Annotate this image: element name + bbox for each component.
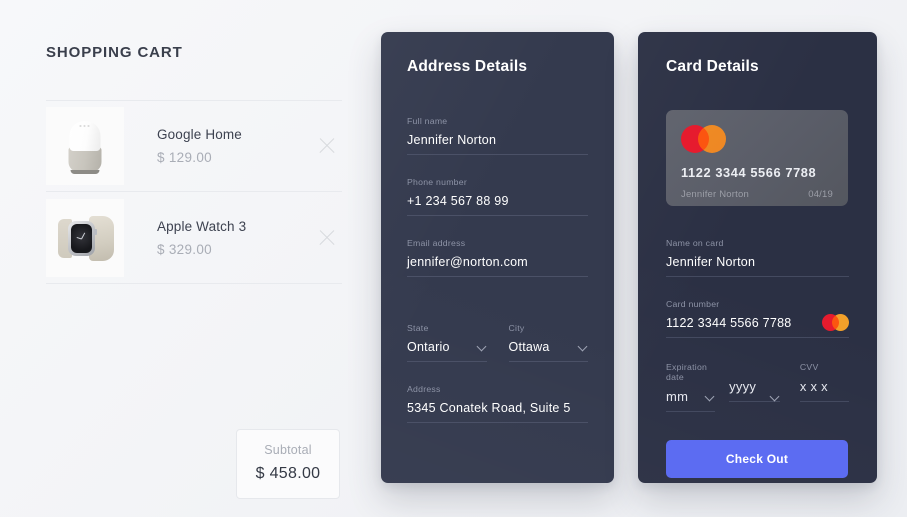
expiration-year-label	[729, 362, 780, 372]
phone-number-field[interactable]: Phone number +1 234 567 88 99	[407, 177, 588, 216]
city-value[interactable]: Ottawa	[508, 340, 588, 362]
google-home-thumbnail	[46, 107, 124, 185]
credit-card-number: 1122 3344 5566 7788	[681, 165, 817, 180]
shopping-cart-section: SHOPPING CART Google Home $ 129.00 Apple…	[46, 44, 342, 499]
email-address-label: Email address	[407, 238, 466, 248]
credit-card-expiry: 04/19	[808, 189, 833, 200]
email-address-field[interactable]: Email address jennifer@norton.com	[407, 238, 588, 277]
address-details-panel: Address Details Full name Jennifer Norto…	[381, 32, 614, 483]
city-label: City	[508, 323, 525, 333]
state-label: State	[407, 323, 429, 333]
address-field[interactable]: Address 5345 Conatek Road, Suite 5	[407, 384, 588, 423]
card-number-field[interactable]: Card number 1122 3344 5566 7788	[666, 299, 849, 338]
state-select[interactable]: State Ontario	[407, 323, 487, 362]
card-panel-title: Card Details	[666, 58, 759, 75]
cart-item-google-home[interactable]: Google Home $ 129.00	[46, 100, 342, 192]
cart-item-list: Google Home $ 129.00 Apple Watch 3 $ 329…	[46, 100, 342, 284]
full-name-input[interactable]: Jennifer Norton	[407, 133, 588, 155]
address-label: Address	[407, 384, 441, 394]
credit-card-holder: Jennifer Norton	[681, 189, 749, 200]
mastercard-logo	[822, 314, 849, 331]
apple-watch-thumbnail	[46, 198, 124, 277]
cart-item-apple-watch[interactable]: Apple Watch 3 $ 329.00	[46, 192, 342, 284]
expiration-year-select[interactable]: yyyy	[729, 362, 780, 412]
expiration-date-label: Expiration date	[666, 362, 708, 382]
address-input[interactable]: 5345 Conatek Road, Suite 5	[407, 401, 588, 423]
credit-card-preview: 1122 3344 5566 7788 Jennifer Norton 04/1…	[666, 110, 848, 206]
expiration-month-select[interactable]: Expiration date mm	[666, 362, 716, 412]
page-title: SHOPPING CART	[46, 44, 183, 61]
full-name-label: Full name	[407, 116, 448, 126]
name-on-card-label: Name on card	[666, 238, 724, 248]
checkout-button[interactable]: Check Out	[666, 440, 848, 478]
address-panel-title: Address Details	[407, 58, 528, 75]
state-value[interactable]: Ontario	[407, 340, 487, 362]
phone-number-label: Phone number	[407, 177, 467, 187]
cvv-input[interactable]: x x x	[799, 379, 849, 402]
subtotal-box: Subtotal $ 458.00	[236, 429, 340, 499]
subtotal-label: Subtotal	[264, 443, 312, 457]
cvv-label: CVV	[799, 362, 819, 372]
card-number-label: Card number	[666, 299, 720, 309]
subtotal-value: $ 458.00	[255, 465, 321, 482]
name-on-card-input[interactable]: Jennifer Norton	[666, 255, 849, 277]
phone-number-input[interactable]: +1 234 567 88 99	[407, 194, 588, 216]
mastercard-logo	[681, 125, 726, 153]
full-name-field[interactable]: Full name Jennifer Norton	[407, 116, 588, 155]
city-select[interactable]: City Ottawa	[508, 323, 588, 362]
remove-item-icon[interactable]	[314, 225, 340, 251]
name-on-card-field[interactable]: Name on card Jennifer Norton	[666, 238, 849, 277]
cvv-field[interactable]: CVV x x x	[799, 362, 849, 412]
card-details-panel: Card Details 1122 3344 5566 7788 Jennife…	[638, 32, 877, 483]
email-address-input[interactable]: jennifer@norton.com	[407, 255, 588, 277]
remove-item-icon[interactable]	[314, 133, 340, 159]
